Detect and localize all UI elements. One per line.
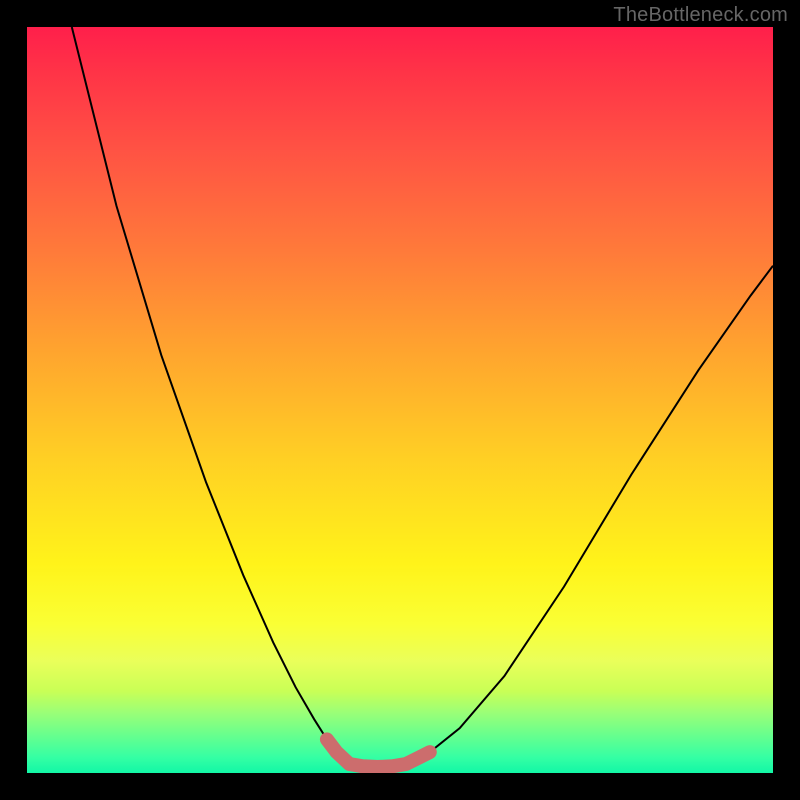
watermark-text: TheBottleneck.com bbox=[613, 4, 788, 27]
outer-frame: TheBottleneck.com bbox=[0, 0, 800, 800]
plot-area bbox=[27, 27, 773, 773]
bottom-marker bbox=[327, 739, 430, 767]
highlight-overlay bbox=[27, 27, 773, 773]
